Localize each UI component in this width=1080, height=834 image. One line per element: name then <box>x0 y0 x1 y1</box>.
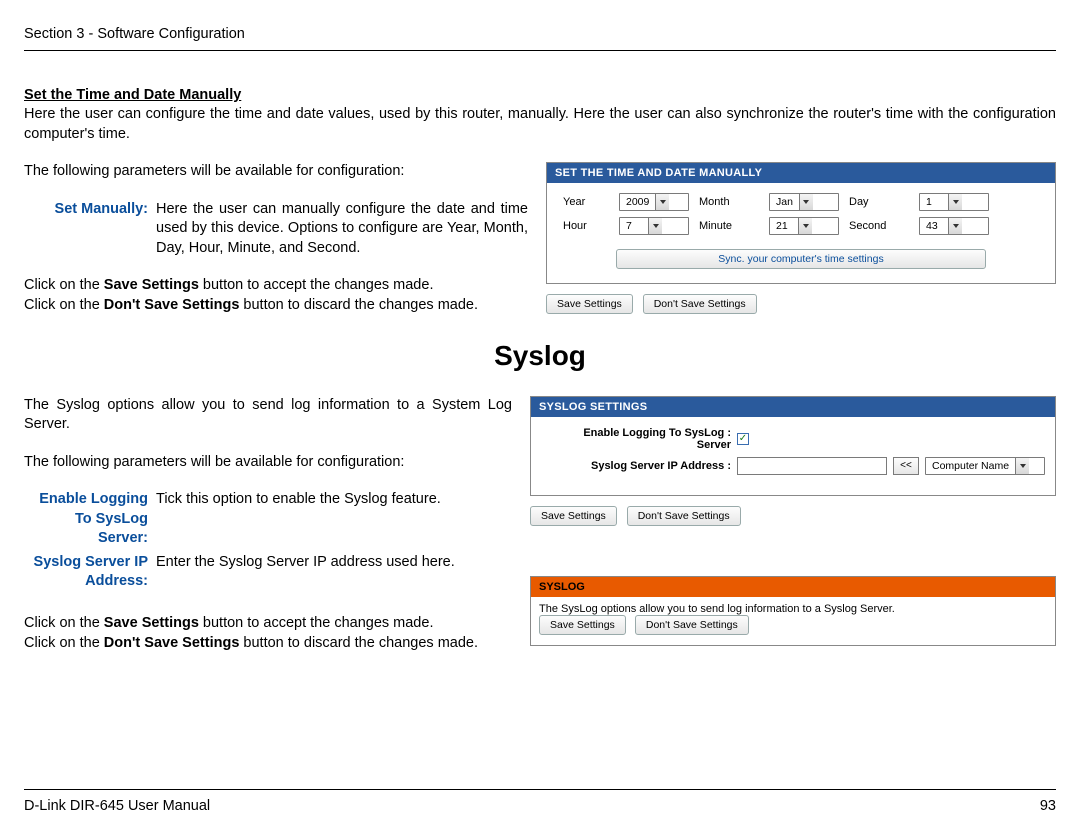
param-desc-enable-logging: Tick this option to enable the Syslog fe… <box>156 490 512 549</box>
sync-time-button[interactable]: Sync. your computer's time settings <box>616 249 986 269</box>
enable-logging-checkbox[interactable]: ✓ <box>737 433 749 445</box>
param-set-manually: Set Manually: Here the user can manually… <box>24 200 528 259</box>
dont-save-button-3[interactable]: Don't Save Settings <box>635 615 749 635</box>
computer-name-select[interactable]: Computer Name <box>925 457 1045 475</box>
save-instruction-2: Click on the Save Settings button to acc… <box>24 614 512 634</box>
set-time-heading: Set the Time and Date Manually <box>24 87 1056 103</box>
dont-save-button-2[interactable]: Don't Save Settings <box>627 506 741 526</box>
day-label: Day <box>849 196 909 208</box>
month-label: Month <box>699 196 759 208</box>
param-enable-logging: Enable Logging To SysLog Server: Tick th… <box>24 490 512 549</box>
second-label: Second <box>849 220 909 232</box>
year-select[interactable]: 2009 <box>619 193 689 211</box>
save-settings-button-1[interactable]: Save Settings <box>546 294 633 314</box>
chevron-down-icon <box>798 218 812 234</box>
header-section-label: Section 3 - Software Configuration <box>24 26 1056 51</box>
syslog-ip-label: Syslog Server IP Address : <box>541 460 731 472</box>
param-label-syslog-ip: Syslog Server IP Address: <box>24 553 156 592</box>
month-select[interactable]: Jan <box>769 193 839 211</box>
enable-logging-label: Enable Logging To SysLog :Server <box>541 427 731 451</box>
save-instruction-1: Click on the Save Settings button to acc… <box>24 276 528 296</box>
chevron-down-icon <box>655 194 669 210</box>
second-select[interactable]: 43 <box>919 217 989 235</box>
save-settings-button-3[interactable]: Save Settings <box>539 615 626 635</box>
syslog-info-title: SYSLOG <box>531 577 1055 597</box>
save-settings-button-2[interactable]: Save Settings <box>530 506 617 526</box>
day-select[interactable]: 1 <box>919 193 989 211</box>
minute-label: Minute <box>699 220 759 232</box>
syslog-info-panel: SYSLOG The SysLog options allow you to s… <box>530 576 1056 646</box>
pick-computer-button[interactable]: << <box>893 457 919 475</box>
param-label-set-manually: Set Manually: <box>24 200 156 259</box>
param-desc-syslog-ip: Enter the Syslog Server IP address used … <box>156 553 512 592</box>
syslog-ip-input[interactable] <box>737 457 887 475</box>
chevron-down-icon <box>948 218 962 234</box>
syslog-info-note: The SysLog options allow you to send log… <box>531 597 1055 615</box>
chevron-down-icon <box>1015 458 1029 474</box>
hour-label: Hour <box>563 220 609 232</box>
syslog-intro: The Syslog options allow you to send log… <box>24 396 512 435</box>
page-footer: D-Link DIR-645 User Manual 93 <box>24 789 1056 814</box>
dont-save-instruction-1: Click on the Don't Save Settings button … <box>24 296 528 316</box>
syslog-settings-panel: SYSLOG SETTINGS Enable Logging To SysLog… <box>530 396 1056 496</box>
year-label: Year <box>563 196 609 208</box>
footer-manual-name: D-Link DIR-645 User Manual <box>24 798 210 814</box>
param-label-enable-logging: Enable Logging To SysLog Server: <box>24 490 156 549</box>
dont-save-instruction-2: Click on the Don't Save Settings button … <box>24 634 512 654</box>
footer-page-number: 93 <box>1040 798 1056 814</box>
params-intro-1: The following parameters will be availab… <box>24 162 528 182</box>
param-desc-set-manually: Here the user can manually configure the… <box>156 200 528 259</box>
chevron-down-icon <box>799 194 813 210</box>
hour-select[interactable]: 7 <box>619 217 689 235</box>
time-date-panel: SET THE TIME AND DATE MANUALLY Year 2009… <box>546 162 1056 284</box>
params-intro-2: The following parameters will be availab… <box>24 453 512 473</box>
minute-select[interactable]: 21 <box>769 217 839 235</box>
syslog-settings-title: SYSLOG SETTINGS <box>531 397 1055 417</box>
chevron-down-icon <box>648 218 662 234</box>
dont-save-button-1[interactable]: Don't Save Settings <box>643 294 757 314</box>
set-time-intro: Here the user can configure the time and… <box>24 105 1056 144</box>
param-syslog-ip: Syslog Server IP Address: Enter the Sysl… <box>24 553 512 592</box>
time-date-panel-title: SET THE TIME AND DATE MANUALLY <box>547 163 1055 183</box>
chevron-down-icon <box>948 194 962 210</box>
syslog-heading: Syslog <box>24 340 1056 372</box>
